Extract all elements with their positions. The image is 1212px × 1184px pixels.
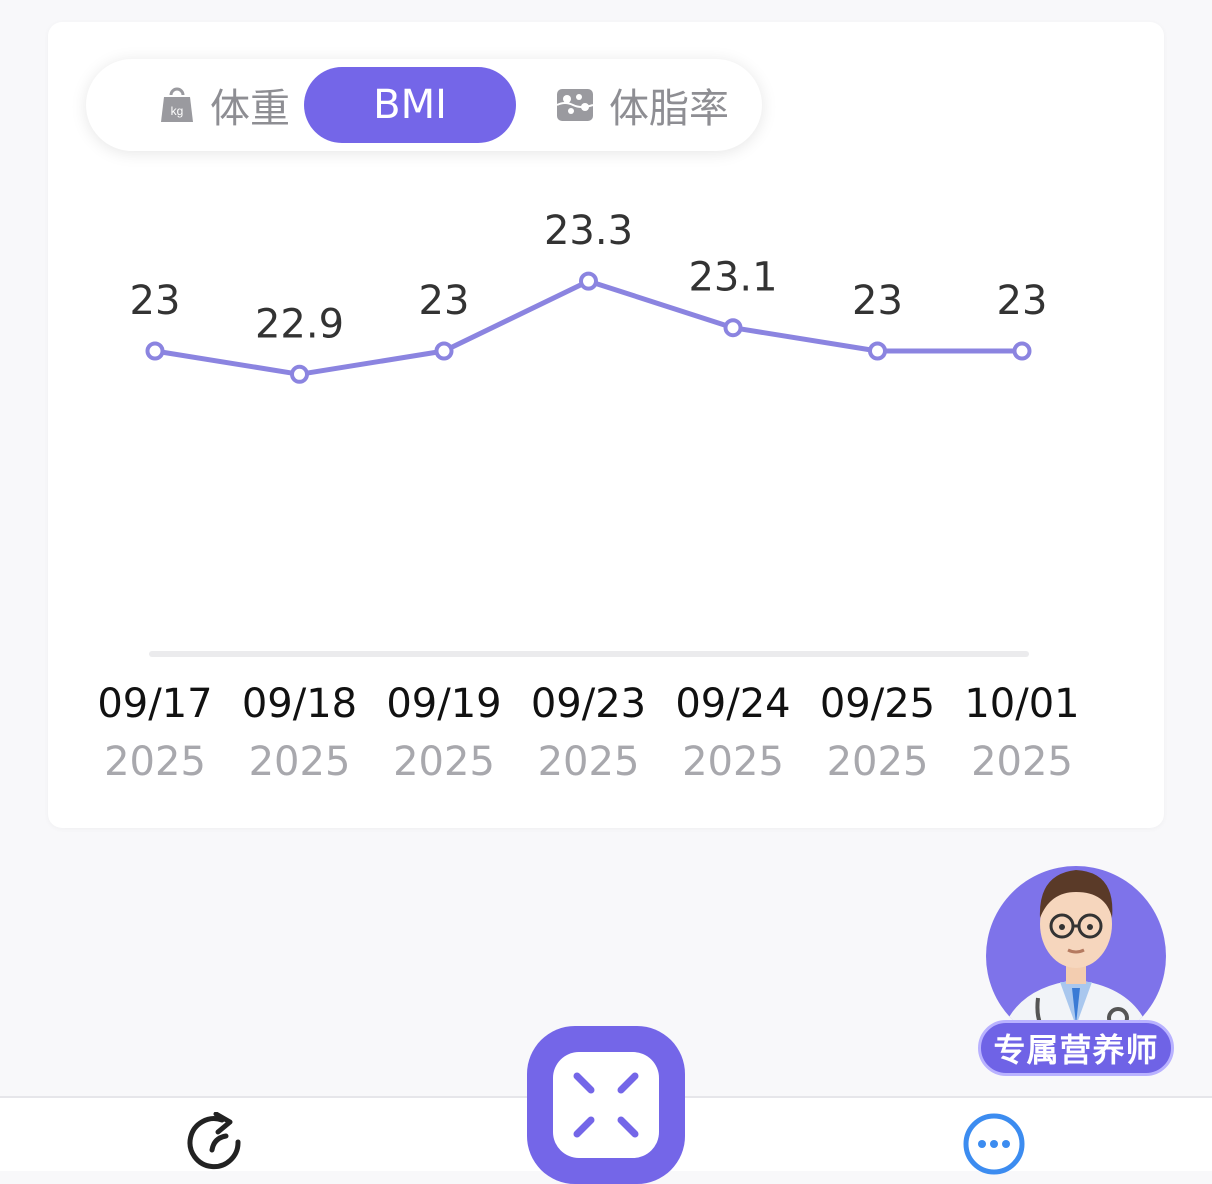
x-tick-date: 09/24 bbox=[675, 681, 790, 727]
data-label: 23 bbox=[419, 278, 470, 324]
x-tick-date: 09/23 bbox=[531, 681, 646, 727]
data-label: 23 bbox=[997, 278, 1048, 324]
refresh-icon[interactable] bbox=[186, 1111, 250, 1180]
data-label: 23.3 bbox=[544, 208, 633, 254]
x-tick-year: 2025 bbox=[682, 739, 784, 785]
data-point bbox=[579, 271, 598, 291]
nutritionist-badge: 专属营养师 bbox=[978, 1020, 1174, 1076]
scan-button[interactable] bbox=[527, 1026, 685, 1184]
doctor-avatar-icon bbox=[986, 866, 1166, 1038]
x-tick-date: 09/18 bbox=[242, 681, 357, 727]
x-tick-date: 09/25 bbox=[820, 681, 935, 727]
x-tick-year: 2025 bbox=[971, 739, 1073, 785]
x-tick-year: 2025 bbox=[249, 739, 351, 785]
data-point bbox=[434, 341, 454, 361]
data-label: 23 bbox=[852, 278, 903, 324]
x-tick-year: 2025 bbox=[538, 739, 640, 785]
chat-icon[interactable] bbox=[962, 1112, 1030, 1180]
nutritionist-entry[interactable]: 专属营养师 bbox=[978, 848, 1174, 1080]
data-label: 23 bbox=[130, 278, 181, 324]
data-label: 22.9 bbox=[255, 301, 344, 347]
data-point bbox=[1012, 341, 1032, 361]
x-tick-date: 09/17 bbox=[97, 681, 212, 727]
scan-icon bbox=[553, 1052, 659, 1158]
data-point bbox=[145, 341, 165, 361]
data-point bbox=[723, 318, 743, 338]
x-tick-year: 2025 bbox=[827, 739, 929, 785]
data-point bbox=[290, 364, 309, 384]
x-tick-date: 10/01 bbox=[964, 681, 1079, 727]
data-label: 23.1 bbox=[688, 255, 777, 301]
data-point bbox=[868, 341, 887, 361]
bmi-line-chart: 23 09/17 2025 22.9 09/18 2025 23 09/19 2025 23.3 0… bbox=[97, 208, 1079, 785]
x-tick-year: 2025 bbox=[393, 739, 495, 785]
x-tick-date: 09/19 bbox=[386, 681, 501, 727]
x-tick-year: 2025 bbox=[104, 739, 206, 785]
